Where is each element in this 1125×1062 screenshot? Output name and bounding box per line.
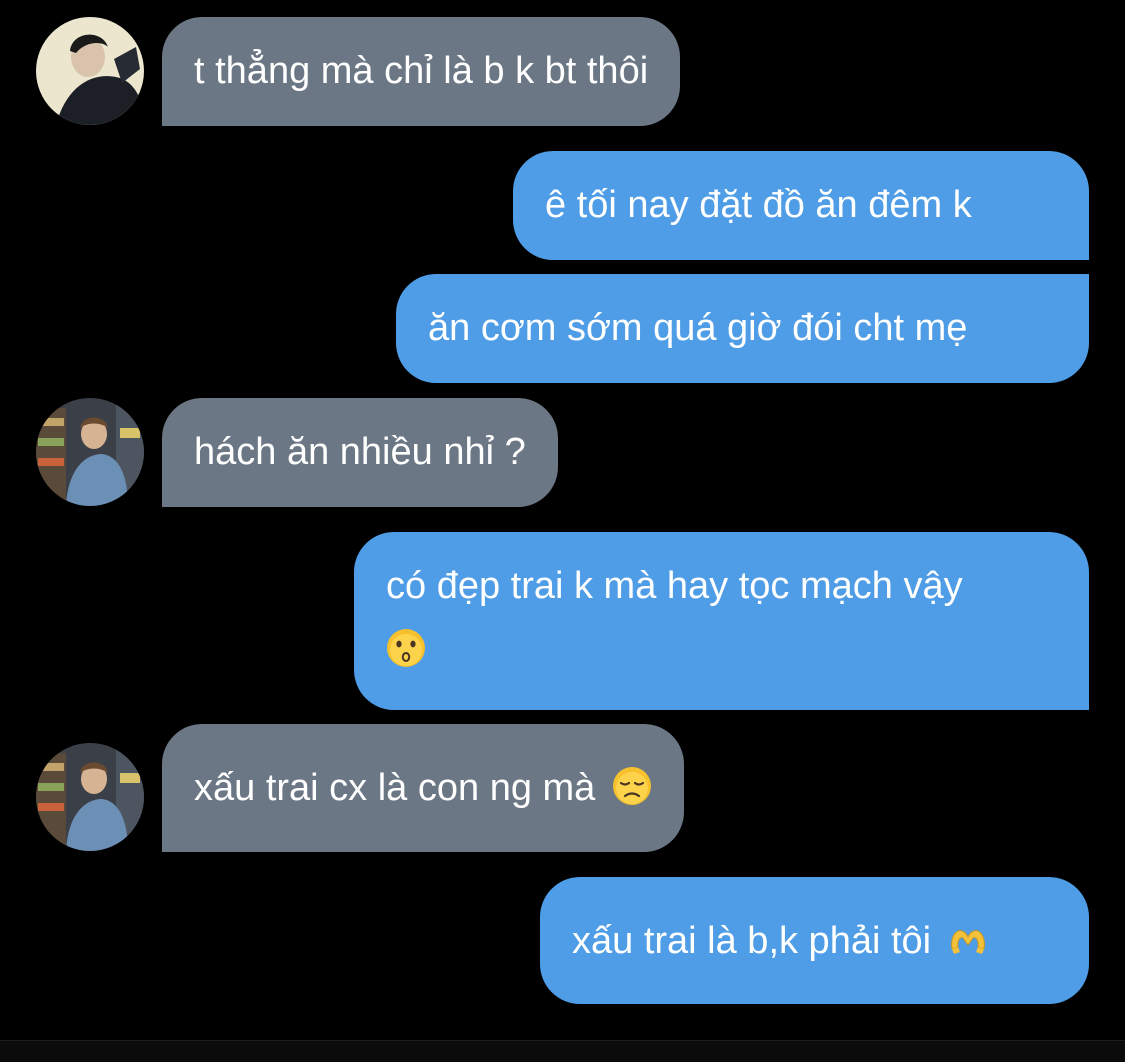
message-bubble-outgoing[interactable]: có đẹp trai k mà hay tọc mạch vậy	[354, 532, 1089, 710]
message-text: hách ăn nhiều nhỉ ?	[194, 431, 526, 473]
message-text: t thẳng mà chỉ là b k bt thôi	[194, 50, 649, 92]
avatar-photo-icon	[36, 398, 144, 506]
avatar[interactable]	[36, 17, 144, 125]
avatar-photo-icon	[36, 17, 144, 125]
message-text: xấu trai là b,k phải tôi	[572, 920, 932, 962]
message-bubble-incoming[interactable]: xấu trai cx là con ng mà	[162, 724, 684, 852]
bottom-bar	[0, 1040, 1125, 1062]
message-text: ăn cơm sớm quá giờ đói cht mẹ	[428, 307, 968, 349]
heart-hands-icon	[950, 930, 985, 954]
avatar-photo-icon	[36, 743, 144, 851]
message-bubble-incoming[interactable]: hách ăn nhiều nhỉ ?	[162, 398, 558, 507]
message-bubble-outgoing[interactable]: ăn cơm sớm quá giờ đói cht mẹ	[396, 274, 1089, 383]
avatar[interactable]	[36, 398, 144, 506]
avatar[interactable]	[36, 743, 144, 851]
chat-thread: t thẳng mà chỉ là b k bt thôi ê tối nay …	[0, 0, 1125, 1040]
disappointed-face-icon	[612, 767, 651, 805]
message-bubble-outgoing[interactable]: ê tối nay đặt đồ ăn đêm k	[513, 151, 1089, 260]
kissing-face-icon	[387, 629, 425, 667]
message-bubble-outgoing[interactable]: xấu trai là b,k phải tôi	[540, 877, 1089, 1004]
message-text: xấu trai cx là con ng mà	[194, 767, 596, 809]
message-bubble-incoming[interactable]: t thẳng mà chỉ là b k bt thôi	[162, 17, 681, 126]
message-text: có đẹp trai k mà hay tọc mạch vậy	[386, 565, 963, 607]
message-text: ê tối nay đặt đồ ăn đêm k	[545, 184, 972, 226]
